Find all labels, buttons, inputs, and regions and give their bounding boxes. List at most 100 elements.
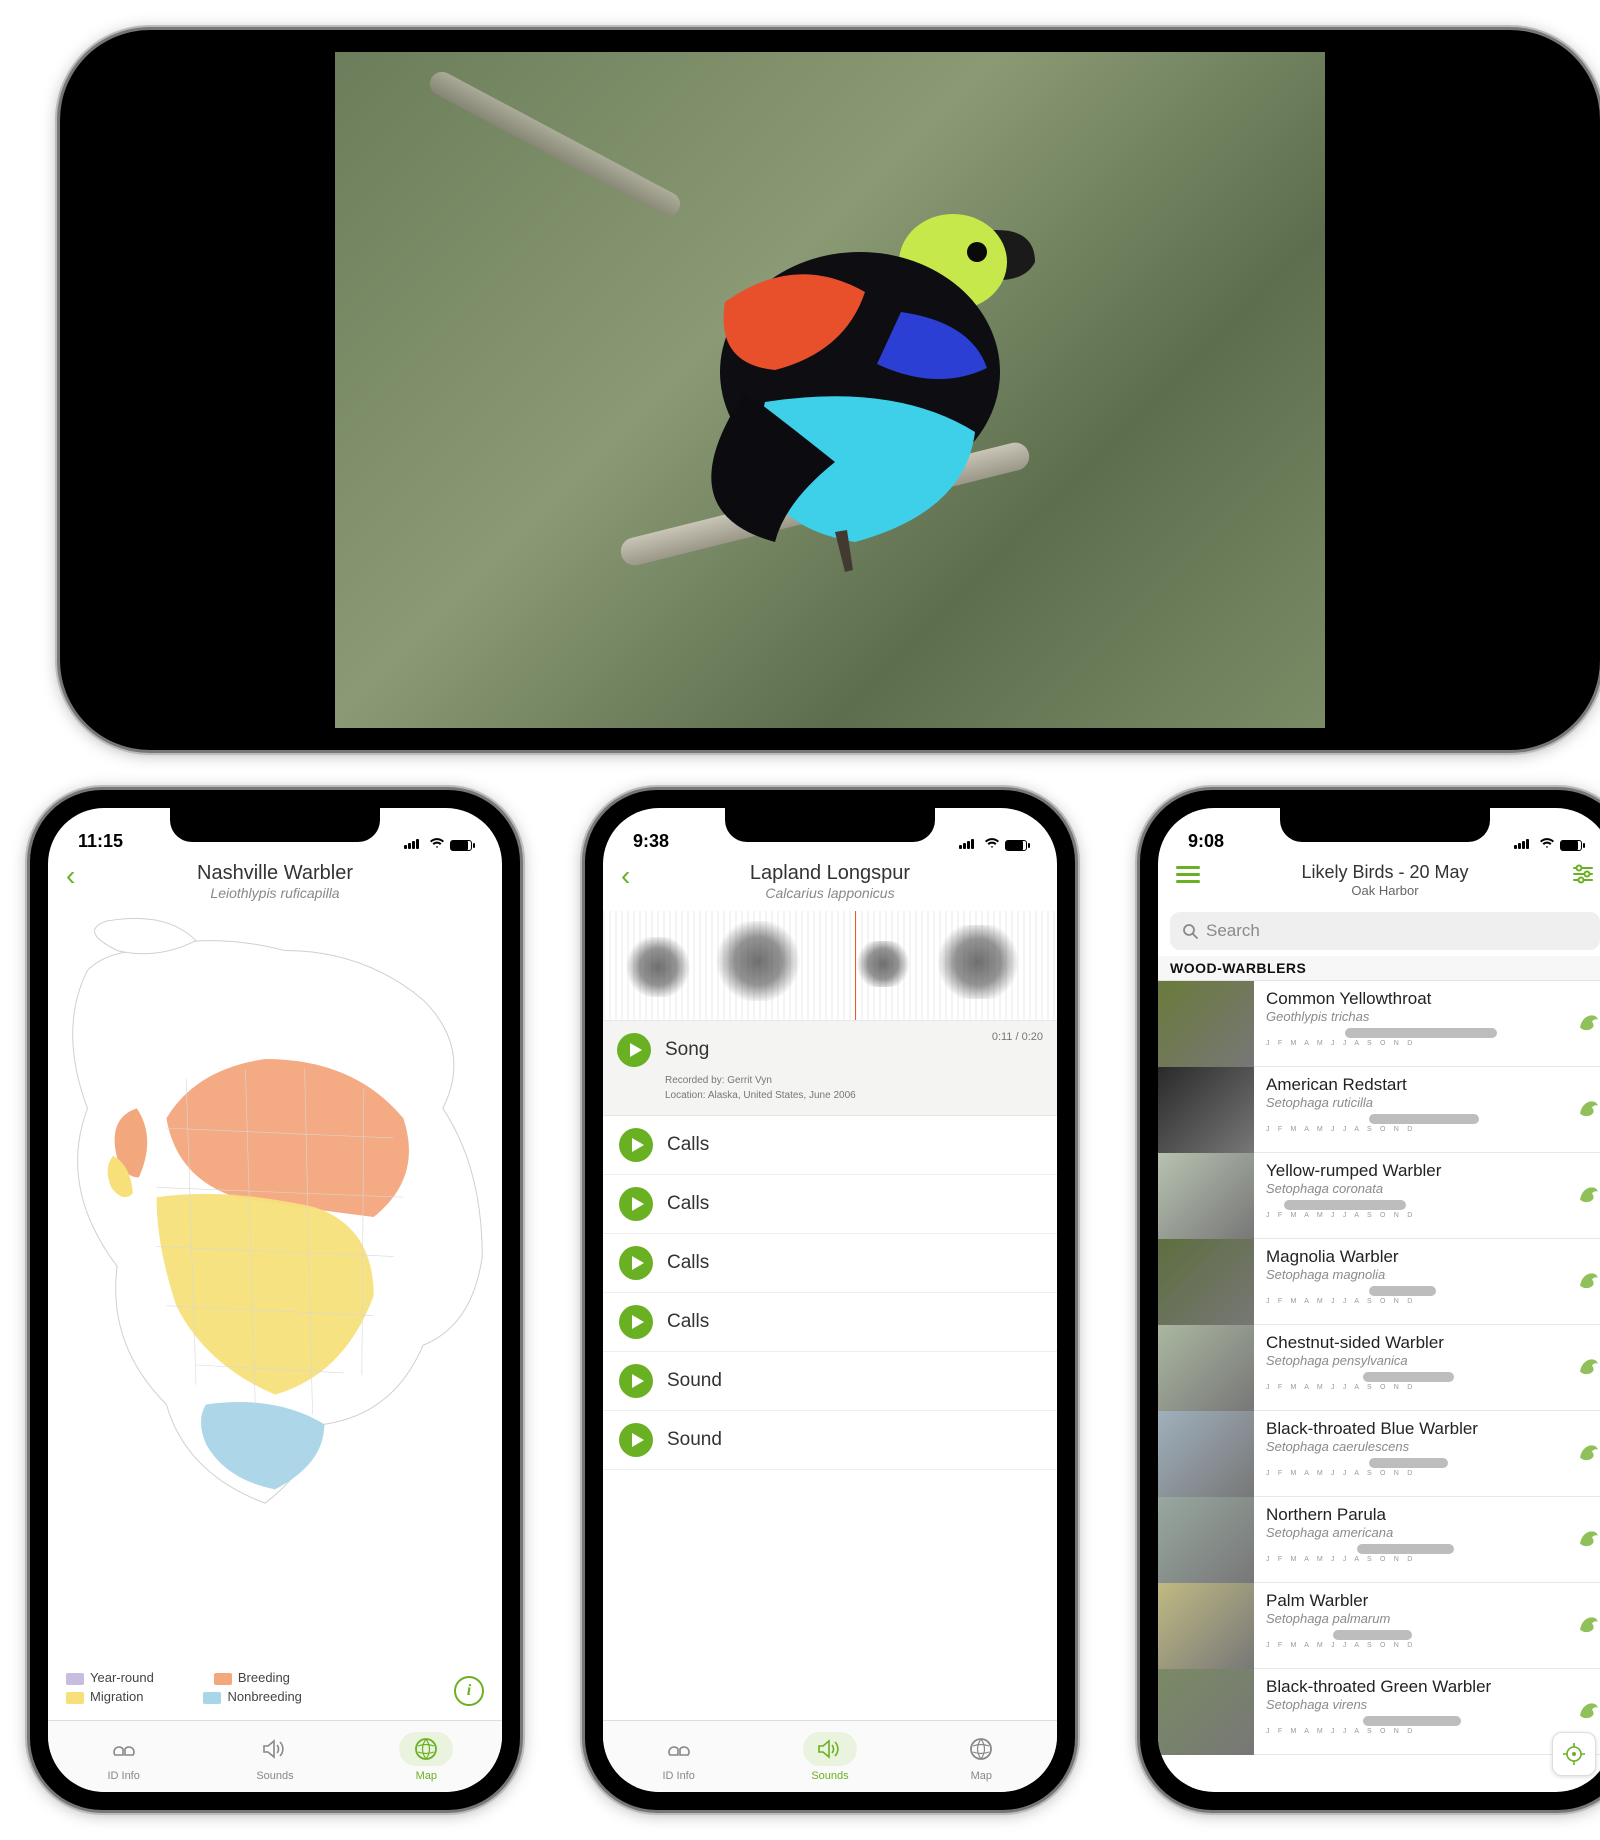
search-input[interactable]: Search bbox=[1170, 912, 1600, 950]
bird-scientific-name: Setophaga coronata bbox=[1266, 1181, 1570, 1196]
sound-row[interactable]: Sound bbox=[603, 1411, 1057, 1470]
months-axis: J F M A M J J A S O N D bbox=[1266, 1728, 1570, 1735]
bird-thumbnail bbox=[1158, 1669, 1254, 1755]
bird-row[interactable]: Northern ParulaSetophaga americanaJ F M … bbox=[1158, 1497, 1600, 1583]
play-button[interactable] bbox=[619, 1305, 653, 1339]
bird-name: Chestnut-sided Warbler bbox=[1266, 1333, 1570, 1353]
info-button[interactable]: i bbox=[454, 1676, 484, 1706]
playhead[interactable] bbox=[855, 911, 856, 1020]
bird-silhouette-icon bbox=[1576, 1611, 1600, 1635]
bird-silhouette-icon bbox=[1576, 1697, 1600, 1721]
globe-icon bbox=[969, 1737, 993, 1761]
back-button[interactable]: ‹ bbox=[621, 860, 630, 892]
play-button[interactable] bbox=[619, 1423, 653, 1457]
sound-row[interactable]: Calls bbox=[603, 1293, 1057, 1352]
months-axis: J F M A M J J A S O N D bbox=[1266, 1642, 1570, 1649]
swatch-breeding bbox=[214, 1673, 232, 1685]
tab-map[interactable]: Map bbox=[906, 1721, 1057, 1792]
bird-thumbnail bbox=[1158, 1067, 1254, 1153]
sound-label: Calls bbox=[667, 1134, 709, 1156]
bird-silhouette-icon bbox=[1576, 1439, 1600, 1463]
bird-silhouette-icon bbox=[1576, 1353, 1600, 1377]
map-phone: 11:15 ‹ Nashville Warbler Leiothlypis ru… bbox=[30, 790, 520, 1810]
tab-id-info[interactable]: ID Info bbox=[48, 1721, 199, 1792]
play-button[interactable] bbox=[617, 1033, 651, 1067]
locate-button[interactable] bbox=[1552, 1732, 1596, 1776]
globe-icon bbox=[414, 1737, 438, 1761]
bird-silhouette-icon bbox=[1576, 1181, 1600, 1205]
bird-scientific-name: Setophaga caerulescens bbox=[1266, 1439, 1570, 1454]
now-playing: 0:11 / 0:20 Song Recorded by: Gerrit Vyn… bbox=[603, 1021, 1057, 1116]
tab-bar: ID Info Sounds Map bbox=[603, 1720, 1057, 1792]
bird-scientific-name: Setophaga palmarum bbox=[1266, 1611, 1570, 1626]
bird-row[interactable]: Magnolia WarblerSetophaga magnoliaJ F M … bbox=[1158, 1239, 1600, 1325]
bird-list[interactable]: Common YellowthroatGeothlypis trichasJ F… bbox=[1158, 981, 1600, 1792]
months-axis: J F M A M J J A S O N D bbox=[1266, 1212, 1570, 1219]
bird-name: Yellow-rumped Warbler bbox=[1266, 1161, 1570, 1181]
abundance-bar bbox=[1266, 1544, 1570, 1554]
tab-sounds[interactable]: Sounds bbox=[199, 1721, 350, 1792]
bird-thumbnail bbox=[1158, 981, 1254, 1067]
swatch-yearround bbox=[66, 1673, 84, 1685]
play-button[interactable] bbox=[619, 1128, 653, 1162]
bird-name: Common Yellowthroat bbox=[1266, 989, 1570, 1009]
bird-silhouette-icon bbox=[1576, 1525, 1600, 1549]
sound-label: Calls bbox=[667, 1311, 709, 1333]
bird-row[interactable]: Common YellowthroatGeothlypis trichasJ F… bbox=[1158, 981, 1600, 1067]
bird-row[interactable]: Yellow-rumped WarblerSetophaga coronata J… bbox=[1158, 1153, 1600, 1239]
bird-scientific-name: Setophaga pensylvanica bbox=[1266, 1353, 1570, 1368]
bird-row[interactable]: Chestnut-sided WarblerSetophaga pensylva… bbox=[1158, 1325, 1600, 1411]
play-button[interactable] bbox=[619, 1364, 653, 1398]
bird-row[interactable]: Palm WarblerSetophaga palmarumJ F M A M … bbox=[1158, 1583, 1600, 1669]
tab-id-info[interactable]: ID Info bbox=[603, 1721, 754, 1792]
target-icon bbox=[1563, 1743, 1585, 1765]
bird-scientific-name: Setophaga ruticilla bbox=[1266, 1095, 1570, 1110]
sound-row[interactable]: Calls bbox=[603, 1116, 1057, 1175]
bird-row[interactable]: Black-throated Green WarblerSetophaga vi… bbox=[1158, 1669, 1600, 1755]
bird-thumbnail bbox=[1158, 1497, 1254, 1583]
bird-row[interactable]: Black-throated Blue WarblerSetophaga cae… bbox=[1158, 1411, 1600, 1497]
tab-sounds[interactable]: Sounds bbox=[754, 1721, 905, 1792]
bird-thumbnail bbox=[1158, 1153, 1254, 1239]
bird-silhouette-icon bbox=[1576, 1267, 1600, 1291]
filter-button[interactable] bbox=[1572, 864, 1594, 889]
page-title: Nashville Warbler bbox=[48, 862, 502, 885]
tab-map[interactable]: Map bbox=[351, 1721, 502, 1792]
abundance-bar bbox=[1266, 1286, 1570, 1296]
page-header: ‹ Nashville Warbler Leiothlypis ruficapi… bbox=[48, 856, 502, 911]
list-phone: 9:08 Likely Birds - 20 May Oak Harbor Se… bbox=[1140, 790, 1600, 1810]
sound-row[interactable]: Calls bbox=[603, 1175, 1057, 1234]
months-axis: J F M A M J J A S O N D bbox=[1266, 1040, 1570, 1047]
abundance-bar bbox=[1266, 1372, 1570, 1382]
months-axis: J F M A M J J A S O N D bbox=[1266, 1126, 1570, 1133]
status-time: 9:08 bbox=[1188, 831, 1224, 852]
speaker-icon bbox=[817, 1739, 843, 1759]
bird-thumbnail bbox=[1158, 1411, 1254, 1497]
abundance-bar bbox=[1266, 1716, 1570, 1726]
sound-row[interactable]: Sound bbox=[603, 1352, 1057, 1411]
bird-name: Northern Parula bbox=[1266, 1505, 1570, 1525]
menu-button[interactable] bbox=[1176, 862, 1200, 887]
bird-row[interactable]: American RedstartSetophaga ruticillaJ F … bbox=[1158, 1067, 1600, 1153]
abundance-bar bbox=[1266, 1114, 1570, 1124]
back-button[interactable]: ‹ bbox=[66, 860, 75, 892]
recording-metadata: Recorded by: Gerrit Vyn Location: Alaska… bbox=[665, 1073, 1041, 1103]
spectrogram[interactable] bbox=[603, 911, 1057, 1021]
play-button[interactable] bbox=[619, 1246, 653, 1280]
abundance-bar bbox=[1266, 1458, 1570, 1468]
status-time: 11:15 bbox=[78, 831, 123, 852]
sound-list: CallsCallsCallsCallsSoundSound bbox=[603, 1116, 1057, 1470]
page-subtitle: Calcarius lapponicus bbox=[603, 885, 1057, 901]
play-button[interactable] bbox=[619, 1187, 653, 1221]
map-legend: Year-round Breeding Migration Nonbreedin… bbox=[66, 1670, 302, 1708]
binoculars-icon bbox=[667, 1739, 691, 1759]
bird-silhouette-icon bbox=[1576, 1009, 1600, 1033]
page-header: ‹ Lapland Longspur Calcarius lapponicus bbox=[603, 856, 1057, 911]
range-map[interactable]: Year-round Breeding Migration Nonbreedin… bbox=[48, 911, 502, 1720]
sound-row[interactable]: Calls bbox=[603, 1234, 1057, 1293]
bird-scientific-name: Setophaga magnolia bbox=[1266, 1267, 1570, 1282]
page-subtitle: Leiothlypis ruficapilla bbox=[48, 885, 502, 901]
page-title: Lapland Longspur bbox=[603, 862, 1057, 885]
bird-silhouette-icon bbox=[1576, 1095, 1600, 1119]
bird-thumbnail bbox=[1158, 1239, 1254, 1325]
